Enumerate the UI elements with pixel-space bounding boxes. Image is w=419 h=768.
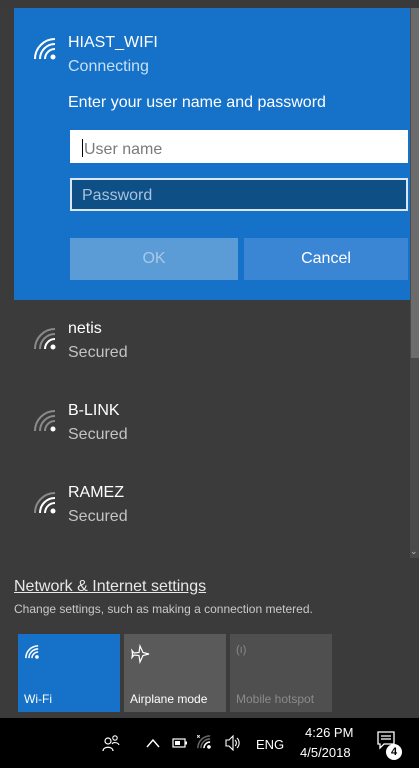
cancel-button[interactable]: Cancel: [244, 238, 408, 280]
network-name: netis: [68, 320, 102, 337]
taskbar: ENG 4:26 PM 4/5/2018 4: [0, 718, 419, 768]
network-settings-link[interactable]: Network & Internet settings: [14, 578, 206, 596]
airplane-icon: [131, 644, 150, 664]
hotspot-tile-label: Mobile hotspot: [236, 692, 315, 706]
airplane-mode-tile[interactable]: Airplane mode: [124, 634, 226, 712]
network-flyout: HIAST_WIFI Connecting Enter your user na…: [0, 0, 419, 718]
scroll-down-icon[interactable]: ⌄: [410, 546, 418, 557]
username-input[interactable]: User name: [70, 130, 408, 163]
wifi-icon: [34, 492, 56, 514]
network-settings-description: Change settings, such as making a connec…: [14, 602, 313, 616]
network-status: Secured: [68, 426, 128, 443]
wifi-icon: [25, 645, 39, 659]
chevron-up-icon[interactable]: [146, 738, 160, 748]
text-caret: [82, 139, 83, 157]
wifi-icon: [34, 328, 56, 350]
flyout-top-edge: [0, 0, 419, 8]
volume-icon[interactable]: [224, 735, 242, 751]
hotspot-icon: (ı): [236, 644, 247, 656]
password-input[interactable]: Password: [70, 178, 408, 211]
people-icon[interactable]: [102, 734, 120, 752]
mobile-hotspot-tile[interactable]: (ı) Mobile hotspot: [230, 634, 332, 712]
network-name: RAMEZ: [68, 484, 124, 501]
language-indicator[interactable]: ENG: [256, 737, 284, 752]
notification-count-badge: 4: [386, 744, 402, 760]
wifi-icon: [34, 410, 56, 432]
battery-icon[interactable]: [172, 737, 188, 749]
ok-button[interactable]: OK: [70, 238, 238, 280]
clock-time[interactable]: 4:26 PM: [305, 725, 353, 740]
credentials-prompt: Enter your user name and password: [68, 94, 326, 111]
network-item[interactable]: netis Secured: [14, 310, 410, 380]
network-name: B-LINK: [68, 402, 120, 419]
active-network-name: HIAST_WIFI: [68, 34, 158, 51]
wifi-icon[interactable]: [196, 734, 212, 750]
password-placeholder: Password: [82, 187, 153, 204]
clock-date[interactable]: 4/5/2018: [300, 745, 351, 760]
network-item[interactable]: B-LINK Secured: [14, 392, 410, 462]
active-network-panel: HIAST_WIFI Connecting Enter your user na…: [14, 8, 410, 300]
active-network-status: Connecting: [68, 58, 149, 75]
scrollbar-thumb[interactable]: [411, 8, 419, 358]
network-status: Secured: [68, 508, 128, 525]
network-item[interactable]: RAMEZ Secured: [14, 474, 410, 544]
wifi-icon: [34, 38, 56, 60]
username-placeholder: User name: [84, 141, 163, 158]
airplane-tile-label: Airplane mode: [130, 692, 208, 706]
wifi-tile-label: Wi-Fi: [24, 692, 52, 706]
network-status: Secured: [68, 344, 128, 361]
wifi-toggle-tile[interactable]: Wi-Fi: [18, 634, 120, 712]
